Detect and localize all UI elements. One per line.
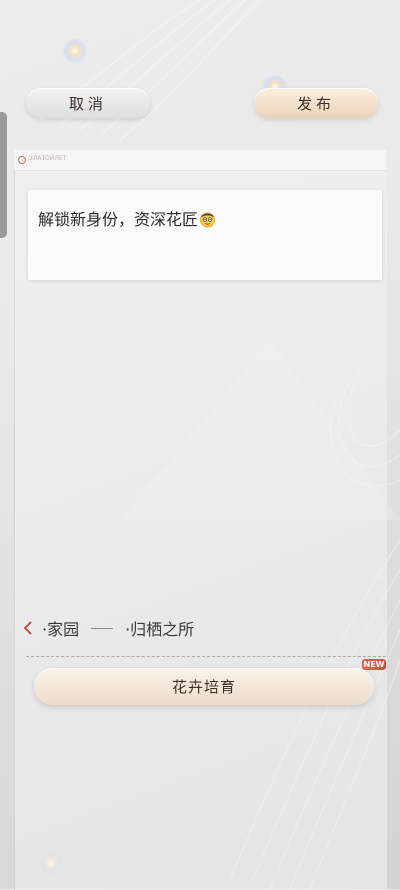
post-text-card[interactable]: 解锁新身份，资深花匠 [28, 190, 382, 280]
app-logo-icon [18, 156, 26, 164]
panel-header: ЗЛАТОЙЛЕТ [14, 150, 386, 171]
sparkle-decoration [62, 38, 88, 64]
app-logo-text: ЗЛАТОЙЛЕТ [29, 155, 67, 162]
breadcrumb: ·家园 ·归栖之所 [22, 616, 194, 640]
breadcrumb-item-home[interactable]: ·家园 [42, 616, 79, 640]
chevron-left-icon[interactable] [22, 621, 34, 635]
dashed-divider [26, 656, 386, 657]
cancel-button[interactable]: 取消 [26, 88, 150, 118]
flower-care-button[interactable]: 花卉培育 [34, 668, 374, 705]
post-text-content: 解锁新身份，资深花匠 [38, 210, 199, 229]
nerd-face-emoji-icon [199, 212, 216, 228]
breadcrumb-separator [91, 627, 114, 629]
breadcrumb-item-shelter[interactable]: ·归栖之所 [125, 616, 194, 640]
new-badge: NEW [362, 659, 386, 670]
post-text[interactable]: 解锁新身份，资深花匠 [38, 206, 216, 230]
publish-button[interactable]: 发布 [254, 88, 378, 118]
side-drawer-handle[interactable] [0, 112, 7, 238]
